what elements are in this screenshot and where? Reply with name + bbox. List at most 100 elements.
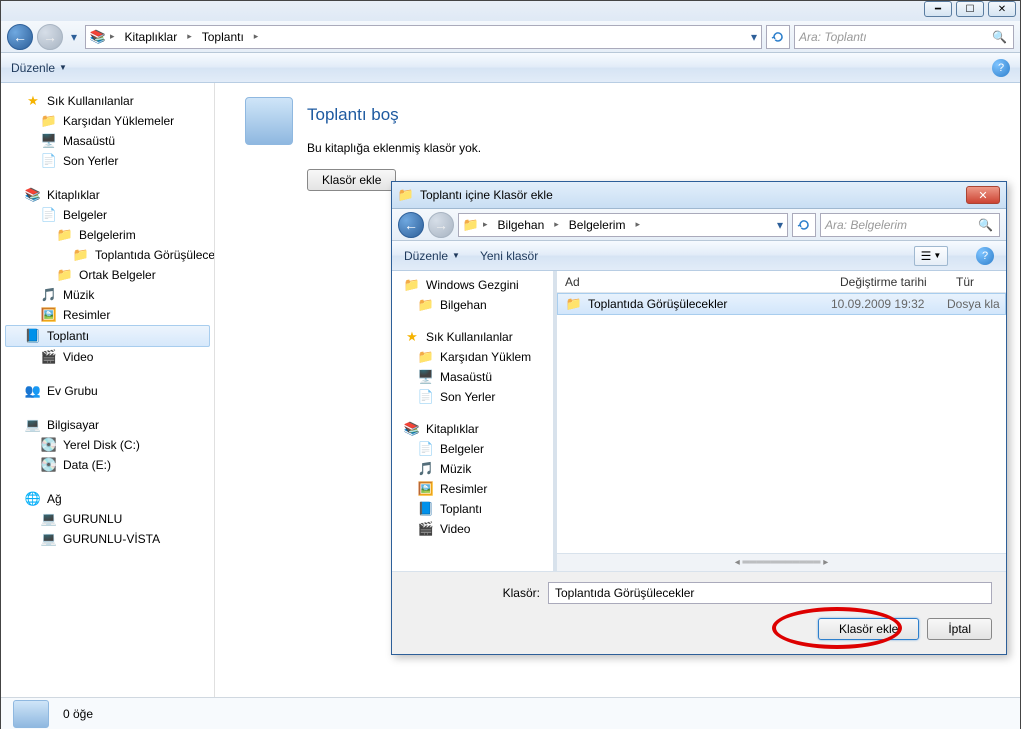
network-group[interactable]: 🌐Ağ (5, 489, 210, 509)
dialog-help-button[interactable]: ? (976, 247, 994, 265)
sidebar-item-pictures[interactable]: 🖼️Resimler (5, 305, 210, 325)
computer-icon: 💻 (41, 511, 57, 527)
dialog-organize-menu[interactable]: Düzenle ▼ (404, 249, 460, 263)
library-title: Toplantı boş (307, 105, 990, 125)
breadcrumb-meeting[interactable]: Toplantı (196, 28, 250, 46)
breadcrumb-libraries[interactable]: Kitaplıklar (119, 28, 184, 46)
dialog-close-button[interactable]: ✕ (966, 186, 1000, 204)
sidebar-item-video[interactable]: 🎬Video (5, 347, 210, 367)
new-folder-button[interactable]: Yeni klasör (480, 249, 538, 263)
chevron-right-icon: ▸ (635, 219, 640, 230)
folder-icon: 📁 (404, 277, 420, 293)
dialog-refresh-button[interactable] (792, 213, 816, 237)
address-bar: ← → ▾ 📚 ▸ Kitaplıklar ▸ Toplantı ▸ ▾ Ara… (1, 21, 1020, 53)
dlg-nav-user[interactable]: 📁Bilgehan (392, 295, 553, 315)
maximize-button[interactable]: ☐ (956, 1, 984, 17)
help-button[interactable]: ? (992, 59, 1010, 77)
dlg-nav-video[interactable]: 🎬Video (392, 519, 553, 539)
history-dropdown[interactable]: ▾ (67, 30, 81, 44)
dialog-breadcrumb-bar[interactable]: 📁 ▸ Bilgehan ▸ Belgelerim ▸ ▾ (458, 213, 788, 237)
sidebar-item-publicdocs[interactable]: 📁Ortak Belgeler (5, 265, 210, 285)
library-subtitle: Bu kitaplığa eklenmiş klasör yok. (307, 141, 990, 155)
cancel-button[interactable]: İptal (927, 618, 992, 640)
organize-menu[interactable]: Düzenle ▼ (11, 61, 67, 75)
breadcrumb-user[interactable]: Bilgehan (492, 216, 551, 234)
dlg-nav-recent[interactable]: 📄Son Yerler (392, 387, 553, 407)
folder-icon: 📁 (418, 297, 434, 313)
col-name[interactable]: Ad (557, 275, 832, 289)
status-bar: 0 öğe (1, 697, 1020, 729)
sidebar-item-drive-e[interactable]: 💽Data (E:) (5, 455, 210, 475)
file-date: 10.09.2009 19:32 (831, 297, 947, 311)
sidebar-item-documents[interactable]: 📄Belgeler (5, 205, 210, 225)
sidebar-item-drive-c[interactable]: 💽Yerel Disk (C:) (5, 435, 210, 455)
list-icon: ☰ (921, 249, 932, 263)
dialog-file-list: Ad Değiştirme tarihi Tür 📁 Toplantıda Gö… (557, 271, 1006, 571)
dialog-back-button[interactable]: ← (398, 212, 424, 238)
minimize-button[interactable]: ━ (924, 1, 952, 17)
add-folder-button[interactable]: Klasör ekle (307, 169, 396, 191)
list-header[interactable]: Ad Değiştirme tarihi Tür (557, 271, 1006, 293)
dlg-nav-downloads[interactable]: 📁Karşıdan Yüklem (392, 347, 553, 367)
sidebar-item-net-2[interactable]: 💻GURUNLU-VİSTA (5, 529, 210, 549)
label: Ev Grubu (47, 384, 98, 398)
sidebar-item-meeting[interactable]: 📘Toplantı (5, 325, 210, 347)
homegroup-icon: 👥 (25, 383, 41, 399)
label: Masaüstü (440, 370, 492, 384)
libraries-group[interactable]: 📚Kitaplıklar (5, 185, 210, 205)
dialog-footer: Klasör: Toplantıda Görüşülecekler Klasör… (392, 571, 1006, 654)
dlg-nav-explorer[interactable]: 📁Windows Gezgini (392, 275, 553, 295)
sidebar-item-music[interactable]: 🎵Müzik (5, 285, 210, 305)
star-icon: ★ (404, 329, 420, 345)
star-icon: ★ (25, 93, 41, 109)
sidebar-item-meeting-items[interactable]: 📁Toplantıda Görüşülecekler (5, 245, 210, 265)
computer-group[interactable]: 💻Bilgisayar (5, 415, 210, 435)
folder-name-input[interactable]: Toplantıda Görüşülecekler (548, 582, 992, 604)
documents-icon: 📄 (418, 441, 434, 457)
label: Karşıdan Yüklemeler (63, 114, 174, 128)
search-icon: 🔍 (992, 30, 1007, 44)
titlebar: ━ ☐ ✕ (1, 1, 1020, 21)
dlg-nav-meeting[interactable]: 📘Toplantı (392, 499, 553, 519)
homegroup[interactable]: 👥 Ev Grubu (5, 381, 210, 401)
file-row[interactable]: 📁 Toplantıda Görüşülecekler 10.09.2009 1… (557, 293, 1006, 315)
library-icon: 📚 (404, 421, 420, 437)
label: Kitaplıklar (426, 422, 479, 436)
add-folder-confirm-button[interactable]: Klasör ekle (818, 618, 919, 640)
dlg-nav-docs[interactable]: 📄Belgeler (392, 439, 553, 459)
sidebar-item-downloads[interactable]: 📁Karşıdan Yüklemeler (5, 111, 210, 131)
close-button[interactable]: ✕ (988, 1, 1016, 17)
view-mode-button[interactable]: ☰▼ (914, 246, 948, 266)
horizontal-scrollbar[interactable]: ◂ ═══════════ ▸ (557, 553, 1006, 571)
dlg-nav-pictures[interactable]: 🖼️Resimler (392, 479, 553, 499)
sidebar-item-desktop[interactable]: 🖥️Masaüstü (5, 131, 210, 151)
file-name: Toplantıda Görüşülecekler (588, 297, 831, 311)
toolbar: Düzenle ▼ ? (1, 53, 1020, 83)
sidebar-item-net-1[interactable]: 💻GURUNLU (5, 509, 210, 529)
label: Müzik (63, 288, 94, 302)
dlg-nav-desktop[interactable]: 🖥️Masaüstü (392, 367, 553, 387)
video-icon: 🎬 (41, 349, 57, 365)
breadcrumb-dropdown-icon[interactable]: ▾ (751, 30, 757, 44)
back-button[interactable]: ← (7, 24, 33, 50)
search-input[interactable]: Ara: Toplantı 🔍 (794, 25, 1014, 49)
forward-button[interactable]: → (37, 24, 63, 50)
label: Karşıdan Yüklem (440, 350, 531, 364)
breadcrumb-bar[interactable]: 📚 ▸ Kitaplıklar ▸ Toplantı ▸ ▾ (85, 25, 762, 49)
dlg-nav-favorites[interactable]: ★Sık Kullanılanlar (392, 327, 553, 347)
col-type[interactable]: Tür (948, 275, 1006, 289)
breadcrumb-dropdown-icon[interactable]: ▾ (777, 218, 783, 232)
desktop-icon: 🖥️ (41, 133, 57, 149)
breadcrumb-mydocs[interactable]: Belgelerim (563, 216, 632, 234)
dlg-nav-music[interactable]: 🎵Müzik (392, 459, 553, 479)
sidebar-item-recent[interactable]: 📄Son Yerler (5, 151, 210, 171)
refresh-button[interactable] (766, 25, 790, 49)
documents-icon: 📄 (41, 207, 57, 223)
dialog-forward-button[interactable]: → (428, 212, 454, 238)
dlg-nav-libraries[interactable]: 📚 Kitaplıklar (392, 419, 553, 439)
favorites-group[interactable]: ★Sık Kullanılanlar (5, 91, 210, 111)
dialog-search-input[interactable]: Ara: Belgelerim 🔍 (820, 213, 1000, 237)
col-date[interactable]: Değiştirme tarihi (832, 275, 948, 289)
library-icon: 📚 (25, 187, 41, 203)
sidebar-item-mydocs[interactable]: 📁Belgelerim (5, 225, 210, 245)
